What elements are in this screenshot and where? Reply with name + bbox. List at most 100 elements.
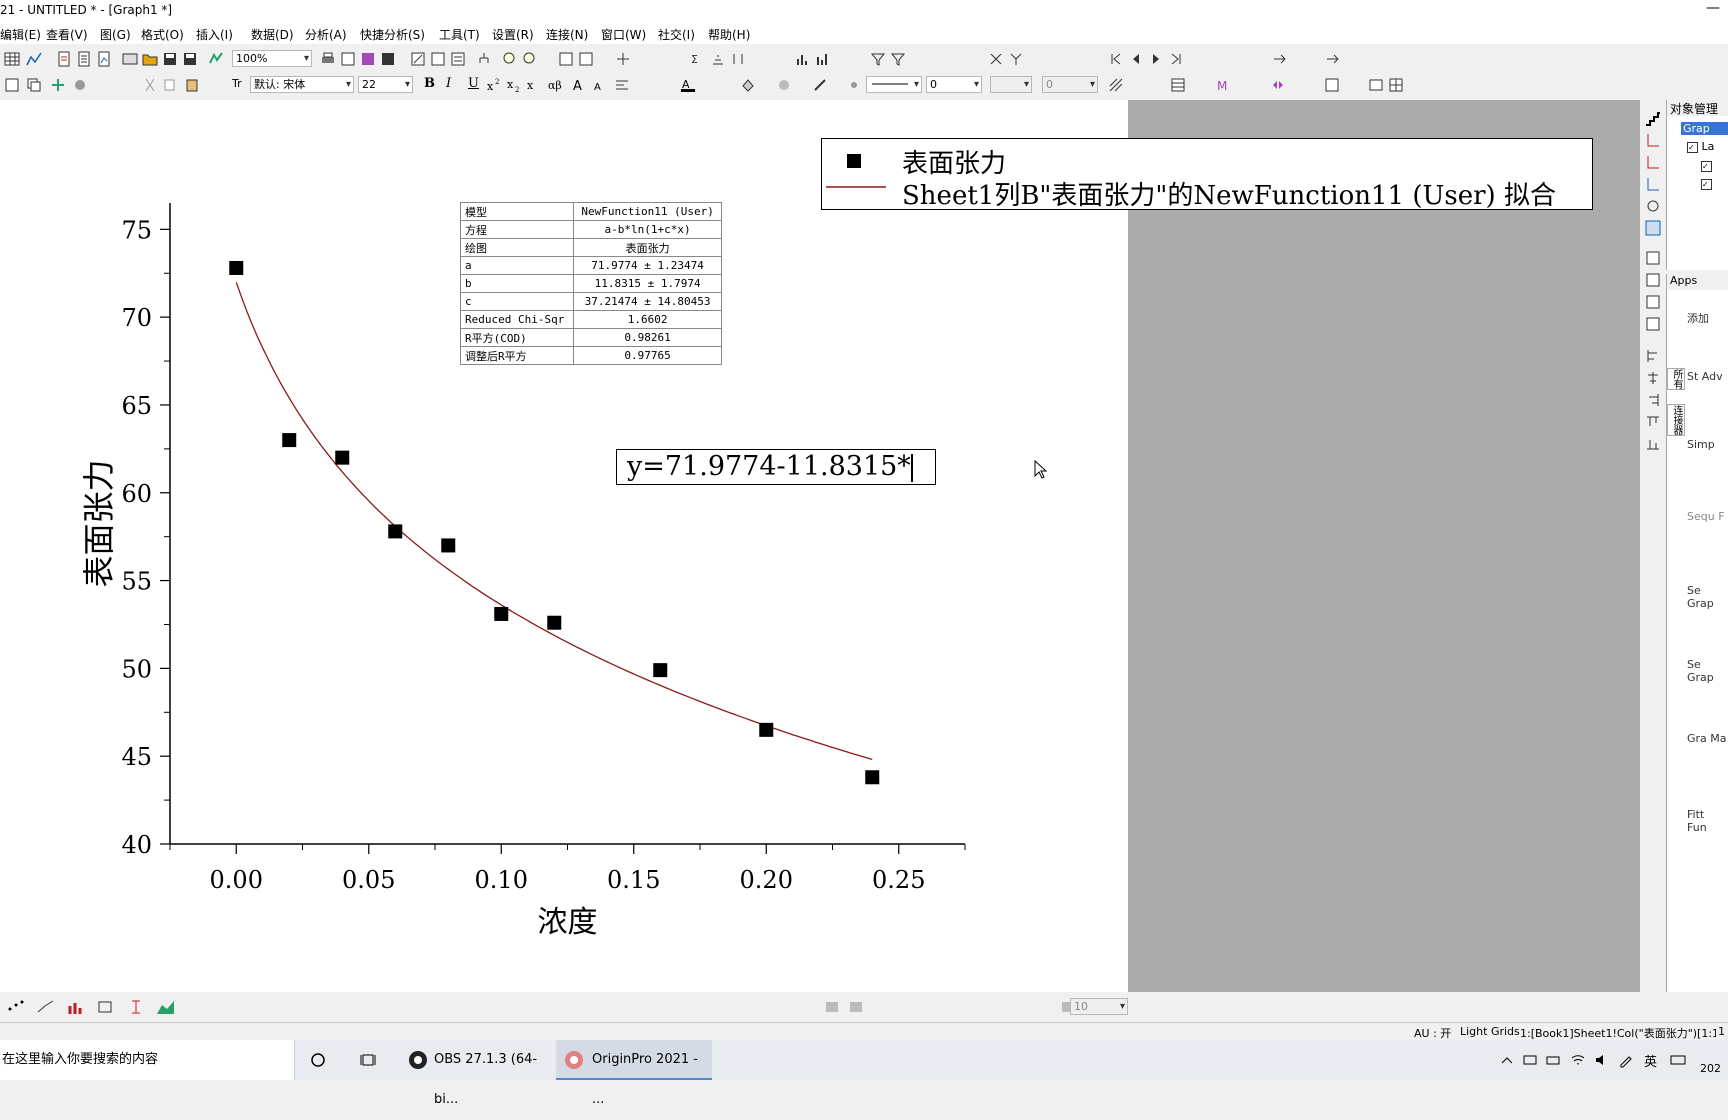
pattern-value-combo[interactable]: 0: [1042, 76, 1098, 93]
minimize-button[interactable]: —: [1706, 0, 1720, 16]
add-column-icon[interactable]: [615, 51, 631, 67]
app-item[interactable]: Sequ F: [1687, 510, 1727, 523]
font-name-combo[interactable]: 默认: 宋体: [250, 76, 354, 93]
line-chart-icon[interactable]: [26, 51, 42, 67]
first-icon[interactable]: [1108, 51, 1124, 67]
scissors-icon[interactable]: [122, 51, 138, 67]
layout-4-icon[interactable]: [1645, 316, 1661, 332]
x-axis-icon[interactable]: [988, 51, 1004, 67]
open-folder-icon[interactable]: [142, 51, 158, 67]
spacing-combo[interactable]: 10: [1070, 998, 1128, 1015]
chevron-up-icon[interactable]: [1500, 1054, 1514, 1066]
arrow-right-2-icon[interactable]: [1325, 51, 1341, 67]
align-bottom-icon[interactable]: [1645, 436, 1661, 452]
window-icon[interactable]: [1368, 77, 1384, 93]
pattern-combo[interactable]: [990, 76, 1032, 93]
align-objects-icon[interactable]: [824, 999, 840, 1015]
italic-button[interactable]: I: [446, 76, 451, 91]
bring-front-icon[interactable]: [848, 999, 864, 1015]
sup-sub-icon[interactable]: x: [526, 77, 542, 93]
pen-icon[interactable]: [1618, 1052, 1634, 1068]
layer-icon[interactable]: [4, 77, 20, 93]
zoom-in-icon[interactable]: [502, 51, 518, 67]
cut-icon[interactable]: [142, 77, 158, 93]
menu-quick-analysis[interactable]: 快捷分析(S): [360, 26, 425, 43]
axis-tool-icon[interactable]: [1645, 132, 1661, 148]
checkbox-icon[interactable]: ✓: [1687, 142, 1698, 153]
cortana-icon[interactable]: [310, 1052, 326, 1068]
new-workbook-icon[interactable]: [76, 51, 92, 67]
menu-window[interactable]: 窗口(W): [601, 26, 646, 43]
zoom-out-icon[interactable]: [522, 51, 538, 67]
increase-font-icon[interactable]: A: [572, 77, 588, 93]
axis-tool-3-icon[interactable]: [1645, 176, 1661, 192]
save-template-icon[interactable]: [182, 51, 198, 67]
column-chart-icon[interactable]: [815, 51, 831, 67]
task-view-icon[interactable]: [360, 1052, 376, 1068]
tree-checkbox[interactable]: ✓: [1701, 158, 1712, 172]
superscript-icon[interactable]: x2: [486, 77, 502, 93]
mask-icon[interactable]: M: [1216, 77, 1232, 93]
menu-social[interactable]: 社交(I): [658, 26, 695, 43]
fill-color-icon[interactable]: [740, 77, 756, 93]
print-icon[interactable]: [320, 51, 336, 67]
menu-settings[interactable]: 设置(R): [492, 26, 534, 43]
next-icon[interactable]: [1148, 51, 1164, 67]
help-icon[interactable]: [578, 51, 594, 67]
underline-button[interactable]: U: [468, 76, 479, 91]
layout-icon[interactable]: [1645, 250, 1661, 266]
legend[interactable]: 表面张力 Sheet1列B"表面张力"的NewFunction11 (User)…: [821, 138, 1593, 211]
layout-3-icon[interactable]: [1645, 294, 1661, 310]
decrease-font-icon[interactable]: A: [592, 77, 608, 93]
hatch-icon[interactable]: [1108, 77, 1124, 93]
copy-icon[interactable]: [162, 77, 178, 93]
line-style-combo[interactable]: [866, 76, 922, 93]
app-item[interactable]: Simp: [1687, 438, 1715, 451]
script-window-icon[interactable]: [410, 51, 426, 67]
menu-connect[interactable]: 连接(N): [546, 26, 588, 43]
equation-text-box[interactable]: y=71.9774-11.8315*: [616, 449, 936, 485]
line-symbol-icon[interactable]: [36, 999, 56, 1015]
y-axis-icon[interactable]: [1008, 51, 1024, 67]
stairs-icon[interactable]: [1645, 110, 1661, 126]
tree-item-layer[interactable]: ✓ La: [1687, 140, 1714, 153]
apps-tab-connectors[interactable]: 连接器: [1667, 404, 1685, 436]
menu-help[interactable]: 帮助(H): [708, 26, 750, 43]
edit-tool-icon[interactable]: [1645, 220, 1661, 236]
filter-remove-icon[interactable]: [890, 51, 906, 67]
menu-edit[interactable]: 编辑(E): [0, 26, 41, 43]
layout-2-icon[interactable]: [1645, 272, 1661, 288]
greek-icon[interactable]: αβ: [548, 77, 564, 93]
image-icon[interactable]: [558, 51, 574, 67]
previous-icon[interactable]: [1128, 51, 1144, 67]
new-graph-icon[interactable]: [96, 51, 112, 67]
apps-tab-all[interactable]: 所有: [1667, 368, 1685, 390]
menu-format[interactable]: 格式(O): [141, 26, 184, 43]
command-window-icon[interactable]: [450, 51, 466, 67]
align-top-icon[interactable]: [1645, 414, 1661, 430]
swap-icon[interactable]: [1270, 77, 1286, 93]
taskbar-app-origin[interactable]: OriginPro 2021 - ...: [556, 1040, 712, 1107]
recalculate-icon[interactable]: [208, 51, 224, 67]
film-icon[interactable]: [380, 51, 396, 67]
results-log-icon[interactable]: [430, 51, 446, 67]
menu-data[interactable]: 数据(D): [251, 26, 294, 43]
font-style-icon[interactable]: Tr: [232, 77, 242, 90]
last-icon[interactable]: [1168, 51, 1184, 67]
battery-icon[interactable]: [1546, 1052, 1562, 1068]
sort-columns-icon[interactable]: [730, 51, 746, 67]
column-plot-icon[interactable]: [66, 999, 86, 1015]
color-picker-icon[interactable]: [360, 51, 376, 67]
error-bar-icon[interactable]: [126, 999, 146, 1015]
table-icon[interactable]: [1170, 77, 1186, 93]
app-item[interactable]: Gra Ma: [1687, 732, 1727, 745]
sort-icon[interactable]: [710, 51, 726, 67]
add-layer-icon[interactable]: [50, 77, 66, 93]
app-item[interactable]: 添加: [1687, 310, 1709, 326]
filter-icon[interactable]: [870, 51, 886, 67]
checkbox-icon[interactable]: ✓: [1701, 161, 1712, 172]
menu-tools[interactable]: 工具(T): [439, 26, 480, 43]
menu-insert[interactable]: 插入(I): [196, 26, 233, 43]
app-item[interactable]: Se Grap: [1687, 584, 1727, 610]
copy-page-icon[interactable]: [340, 51, 356, 67]
